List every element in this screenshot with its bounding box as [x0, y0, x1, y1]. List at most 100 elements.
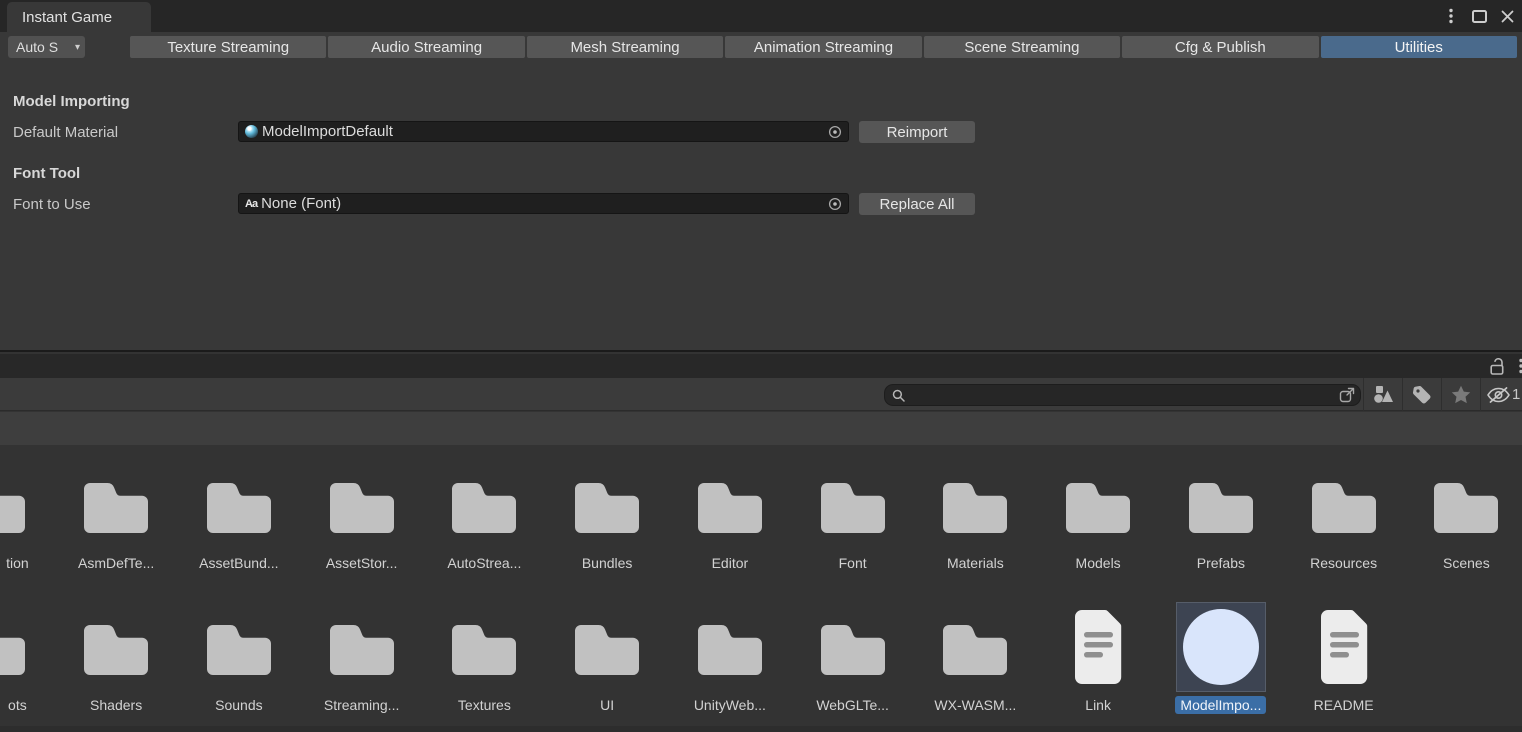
folder-icon — [448, 475, 520, 535]
material-preview-thumbnail — [1176, 602, 1266, 692]
search-input[interactable] — [884, 384, 1361, 406]
asset-item-editor[interactable]: Editor — [669, 459, 792, 572]
maximize-icon — [1472, 10, 1487, 23]
asset-item-tion[interactable]: tion — [0, 459, 55, 572]
asset-item-bundles[interactable]: Bundles — [546, 459, 669, 572]
asset-item-readme[interactable]: README — [1282, 601, 1405, 714]
asset-thumbnail — [1298, 459, 1390, 551]
asset-item-autostrea-[interactable]: AutoStrea... — [423, 459, 546, 572]
replace-all-button[interactable]: Replace All — [859, 193, 975, 215]
asset-item-asmdefte-[interactable]: AsmDefTe... — [55, 459, 178, 572]
project-header-band — [0, 412, 1522, 445]
folder-icon — [448, 617, 520, 677]
asset-item-textures[interactable]: Textures — [423, 601, 546, 714]
asset-item-modelimpo-[interactable]: ModelImpo... — [1160, 601, 1283, 714]
asset-item-ots[interactable]: ots — [0, 601, 55, 714]
asset-thumbnail — [70, 601, 162, 693]
asset-item-materials[interactable]: Materials — [914, 459, 1037, 572]
unlock-icon[interactable] — [1489, 357, 1506, 376]
asset-thumbnail — [807, 459, 899, 551]
asset-label: AssetBund... — [194, 554, 283, 572]
asset-item-streaming-[interactable]: Streaming... — [300, 601, 423, 714]
asset-item-unityweb-[interactable]: UnityWeb... — [669, 601, 792, 714]
asset-item-wx-wasm-[interactable]: WX-WASM... — [914, 601, 1037, 714]
project-toolbar: 1 — [0, 378, 1522, 411]
asset-label: Sounds — [210, 696, 267, 714]
asset-thumbnail — [70, 459, 162, 551]
object-picker-icon[interactable] — [828, 197, 842, 211]
folder-icon — [0, 475, 29, 535]
folder-icon — [1185, 475, 1257, 535]
asset-item-assetbund-[interactable]: AssetBund... — [178, 459, 301, 572]
favorites-button[interactable] — [1441, 378, 1480, 411]
asset-thumbnail — [807, 601, 899, 693]
filter-by-type-button[interactable] — [1363, 378, 1402, 411]
asset-thumbnail — [1175, 459, 1267, 551]
asset-thumbnail — [684, 601, 776, 693]
asset-label: README — [1309, 696, 1379, 714]
asset-label: Font — [834, 554, 872, 572]
folder-icon — [1430, 475, 1502, 535]
asset-thumbnail — [193, 459, 285, 551]
folder-icon — [326, 617, 398, 677]
font-aa-icon: Aa — [245, 198, 257, 210]
asset-label: ots — [3, 696, 32, 714]
tab-scene-streaming[interactable]: Scene Streaming — [924, 36, 1120, 58]
asset-label: WX-WASM... — [929, 696, 1021, 714]
asset-thumbnail — [929, 601, 1021, 693]
default-material-field[interactable]: ModelImportDefault — [238, 121, 849, 142]
asset-thumbnail — [316, 601, 408, 693]
reimport-button[interactable]: Reimport — [859, 121, 975, 143]
asset-item-scenes[interactable]: Scenes — [1405, 459, 1522, 572]
asset-label: AsmDefTe... — [73, 554, 159, 572]
tab-cfg-publish[interactable]: Cfg & Publish — [1122, 36, 1318, 58]
folder-icon — [694, 617, 766, 677]
eye-hidden-icon — [1486, 386, 1511, 404]
asset-thumbnail — [561, 459, 653, 551]
window-tab-instant-game[interactable]: Instant Game — [7, 2, 151, 32]
asset-thumbnail — [1052, 459, 1144, 551]
asset-item-resources[interactable]: Resources — [1282, 459, 1405, 572]
folder-icon — [571, 475, 643, 535]
asset-item-shaders[interactable]: Shaders — [55, 601, 178, 714]
tab-audio-streaming[interactable]: Audio Streaming — [328, 36, 524, 58]
window-close-button[interactable] — [1498, 7, 1516, 25]
asset-thumbnail — [438, 459, 530, 551]
asset-label: AutoStrea... — [442, 554, 526, 572]
font-to-use-field[interactable]: Aa None (Font) — [238, 193, 849, 214]
asset-item-font[interactable]: Font — [791, 459, 914, 572]
panel-toolbar: Auto S ▾ Texture StreamingAudio Streamin… — [0, 36, 1522, 58]
grid-footer-strip — [0, 726, 1522, 732]
asset-item-sounds[interactable]: Sounds — [178, 601, 301, 714]
asset-thumbnail — [561, 601, 653, 693]
filter-by-label-button[interactable] — [1402, 378, 1441, 411]
asset-item-models[interactable]: Models — [1037, 459, 1160, 572]
window-menu-button[interactable] — [1442, 7, 1460, 25]
tab-utilities[interactable]: Utilities — [1321, 36, 1517, 58]
font-to-use-value: None (Font) — [261, 195, 341, 212]
asset-label: WebGLTe... — [811, 696, 894, 714]
tab-texture-streaming[interactable]: Texture Streaming — [130, 36, 326, 58]
asset-thumbnail — [0, 601, 39, 693]
auto-streaming-dropdown[interactable]: Auto S ▾ — [8, 36, 85, 58]
asset-item-webglte-[interactable]: WebGLTe... — [791, 601, 914, 714]
asset-item-assetstor-[interactable]: AssetStor... — [300, 459, 423, 572]
document-icon — [1313, 608, 1375, 686]
asset-thumbnail — [929, 459, 1021, 551]
asset-thumbnail — [0, 459, 39, 551]
folder-icon — [80, 617, 152, 677]
document-icon — [1067, 608, 1129, 686]
asset-item-link[interactable]: Link — [1037, 601, 1160, 714]
default-material-value: ModelImportDefault — [262, 123, 393, 140]
open-search-icon[interactable] — [1338, 386, 1357, 404]
hidden-items-button[interactable]: 1 — [1480, 378, 1522, 411]
asset-label: AssetStor... — [321, 554, 403, 572]
window-maximize-button[interactable] — [1470, 7, 1488, 25]
section-header-model-importing: Model Importing — [13, 91, 130, 112]
tab-animation-streaming[interactable]: Animation Streaming — [725, 36, 921, 58]
tab-mesh-streaming[interactable]: Mesh Streaming — [527, 36, 723, 58]
asset-thumbnail — [684, 459, 776, 551]
asset-item-prefabs[interactable]: Prefabs — [1160, 459, 1283, 572]
object-picker-icon[interactable] — [828, 125, 842, 139]
asset-item-ui[interactable]: UI — [546, 601, 669, 714]
